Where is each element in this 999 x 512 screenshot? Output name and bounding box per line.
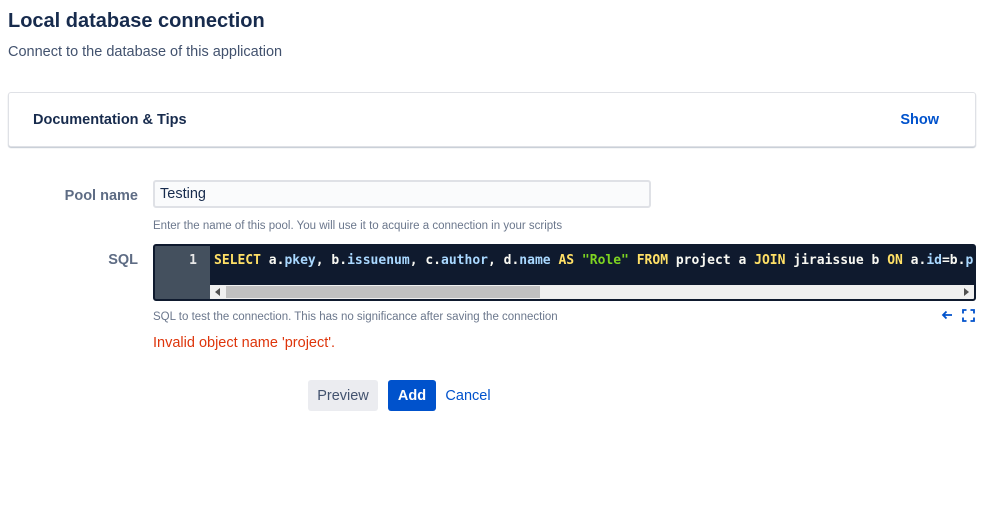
sql-help: SQL to test the connection. This has no … <box>153 311 558 323</box>
sql-editor[interactable]: 1 SELECT a.pkey, b.issuenum, c.author, d… <box>153 244 976 301</box>
sql-token: jiraissue b <box>785 253 888 268</box>
add-button[interactable]: Add <box>388 380 436 411</box>
sql-token: pkey <box>284 253 316 268</box>
sql-token: id <box>926 253 942 268</box>
sql-token: AS <box>558 253 575 268</box>
scroll-left-arrow-icon[interactable] <box>215 288 220 296</box>
sql-token: , c. <box>409 253 442 268</box>
documentation-title: Documentation & Tips <box>33 112 187 128</box>
sql-token: "Role" <box>581 253 629 268</box>
show-documentation-link[interactable]: Show <box>900 112 939 128</box>
sql-token: , b. <box>315 253 348 268</box>
documentation-panel: Documentation & Tips Show <box>8 92 976 147</box>
sql-token: , d. <box>487 253 520 268</box>
sql-token: a. <box>902 253 927 268</box>
pool-name-label: Pool name <box>64 188 138 204</box>
sql-token: FROM <box>636 253 669 268</box>
line-number: 1 <box>189 253 197 268</box>
preview-button[interactable]: Preview <box>308 380 378 411</box>
sql-code-line[interactable]: SELECT a.pkey, b.issuenum, c.author, d.n… <box>214 253 974 268</box>
pool-name-input[interactable] <box>153 180 651 208</box>
line-number-gutter: 1 <box>155 246 210 299</box>
scroll-right-arrow-icon[interactable] <box>964 288 969 296</box>
cancel-button[interactable]: Cancel <box>442 380 494 411</box>
sql-token: SELECT <box>214 253 261 268</box>
horizontal-scrollbar[interactable] <box>210 285 974 299</box>
error-message: Invalid object name 'project'. <box>153 335 336 351</box>
sql-label: SQL <box>108 252 138 268</box>
scrollbar-thumb[interactable] <box>226 286 540 298</box>
sql-token: issuenum <box>347 253 410 268</box>
sql-token: author <box>441 253 488 268</box>
arrow-left-icon[interactable] <box>941 309 953 321</box>
page-title: Local database connection <box>8 10 265 32</box>
sql-token: project <box>965 253 974 268</box>
editor-tools <box>941 309 977 323</box>
sql-token: =b. <box>941 253 966 268</box>
page-subtitle: Connect to the database of this applicat… <box>8 44 283 60</box>
sql-token: a. <box>260 253 285 268</box>
sql-token: ON <box>887 253 903 268</box>
fullscreen-icon[interactable] <box>962 309 975 322</box>
pool-name-help: Enter the name of this pool. You will us… <box>153 220 563 232</box>
sql-token: JOIN <box>754 253 786 268</box>
sql-token: name <box>519 253 551 268</box>
sql-token: project a <box>668 253 755 268</box>
